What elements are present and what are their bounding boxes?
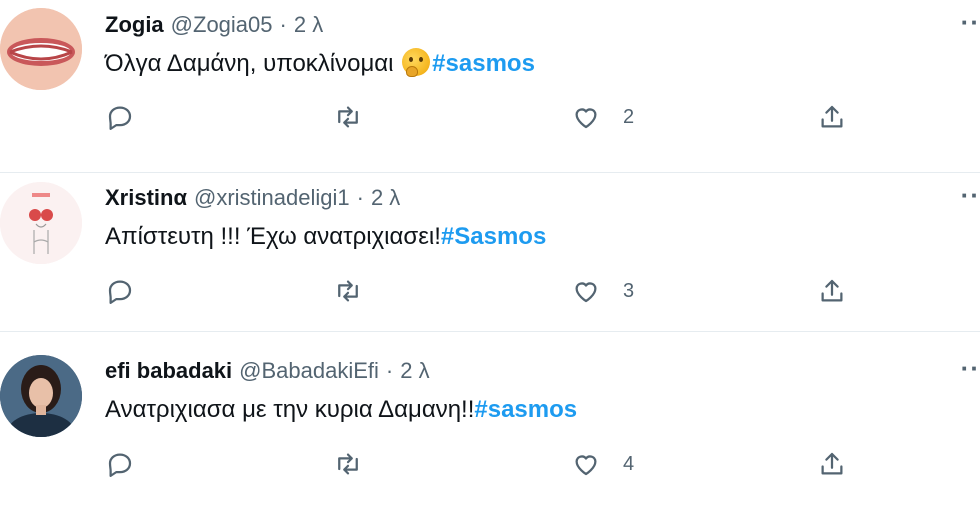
separator-dot: · — [279, 12, 287, 37]
display-name[interactable]: Xristinα — [105, 185, 187, 211]
reply-button[interactable] — [105, 276, 135, 306]
retweet-icon — [338, 106, 358, 128]
user-handle[interactable]: @Zogia05 — [171, 12, 273, 38]
tweet-text-content: Απίστευτη !!! Έχω ανατριχιασει! — [105, 223, 441, 250]
retweet-button[interactable] — [333, 102, 363, 132]
tweet[interactable]: Xristinα @xristinadeligi1 · 2 λ ·· Απίστ… — [0, 159, 980, 332]
separator-dot: · — [385, 358, 394, 383]
like-button[interactable]: 2 — [571, 102, 634, 132]
woman-photo-icon — [0, 355, 82, 437]
tweet-text-content: Ανατριχιασα με την κυρια Δαμανη!! — [105, 396, 475, 423]
illustration-icon — [0, 182, 82, 264]
user-handle[interactable]: @xristinadeligi1 — [194, 185, 350, 211]
avatar[interactable] — [0, 182, 82, 264]
tweet-actions: 2 — [105, 102, 865, 138]
like-icon — [575, 282, 597, 303]
retweet-icon — [338, 280, 358, 302]
timestamp[interactable]: 2 λ — [371, 185, 400, 211]
like-icon — [575, 108, 597, 129]
more-icon[interactable]: ·· — [961, 9, 980, 35]
reply-icon — [108, 280, 132, 304]
more-icon[interactable]: ·· — [961, 355, 980, 381]
user-handle[interactable]: @BabadakiEfi — [239, 358, 379, 384]
share-icon — [821, 452, 843, 475]
share-button[interactable] — [817, 449, 847, 479]
reply-icon — [108, 106, 132, 130]
display-name[interactable]: efi babadaki — [105, 358, 232, 384]
smile-lips-icon — [0, 8, 82, 90]
retweet-icon — [338, 453, 358, 475]
avatar[interactable] — [0, 8, 82, 90]
more-icon[interactable]: ·· — [961, 182, 980, 208]
like-icon — [575, 455, 597, 476]
timestamp[interactable]: 2 λ — [400, 358, 429, 384]
like-count: 4 — [623, 452, 635, 475]
share-button[interactable] — [817, 276, 847, 306]
tweet-text: Ανατριχιασα με την κυρια Δαμανη!!#sasmos — [105, 396, 577, 424]
display-name[interactable]: Zogia — [105, 12, 164, 38]
tweet-text: Όλγα Δαμάνη, υποκλίνομαι #sasmos — [105, 48, 535, 78]
hashtag-link[interactable]: #Sasmos — [441, 223, 546, 250]
reply-button[interactable] — [105, 449, 135, 479]
tweet[interactable]: efi babadaki @BabadakiEfi · 2 λ ·· Ανατρ… — [0, 332, 980, 505]
tweet-text: Απίστευτη !!! Έχω ανατριχιασει!#Sasmos — [105, 223, 546, 251]
share-button[interactable] — [817, 102, 847, 132]
retweet-button[interactable] — [333, 276, 363, 306]
separator-dot: · — [356, 185, 364, 210]
tweet[interactable]: Zogia @Zogia05 · 2 λ ·· Όλγα Δαμάνη, υπο… — [0, 0, 980, 173]
hashtag-link[interactable]: #sasmos — [432, 50, 535, 77]
share-icon — [821, 105, 843, 128]
avatar[interactable] — [0, 355, 82, 437]
like-button[interactable]: 3 — [571, 276, 634, 306]
reply-button[interactable] — [105, 102, 135, 132]
like-count: 2 — [623, 105, 635, 128]
share-icon — [821, 279, 843, 302]
retweet-button[interactable] — [333, 449, 363, 479]
tweet-actions: 3 — [105, 276, 865, 312]
like-button[interactable]: 4 — [571, 449, 634, 479]
tweet-text-content: Όλγα Δαμάνη, υποκλίνομαι — [105, 50, 401, 77]
tweet-actions: 4 — [105, 449, 865, 485]
like-count: 3 — [623, 279, 635, 302]
timestamp[interactable]: 2 λ — [294, 12, 323, 38]
hashtag-link[interactable]: #sasmos — [474, 396, 577, 423]
thinking-face-emoji-icon — [402, 48, 431, 77]
reply-icon — [108, 453, 132, 477]
